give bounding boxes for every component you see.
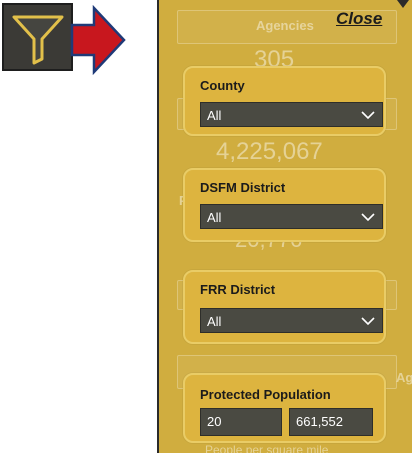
background-partial-text: Ag: [396, 370, 412, 385]
protected-population-slicer: Protected Population 20 661,552: [183, 373, 386, 443]
population-max-input[interactable]: 661,552: [289, 408, 373, 436]
chevron-down-icon: [361, 317, 375, 326]
frr-district-dropdown[interactable]: All: [200, 308, 383, 333]
dsfm-district-dropdown[interactable]: All: [200, 204, 383, 229]
filter-icon: [12, 15, 64, 65]
dsfm-district-dropdown-value: All: [207, 210, 222, 225]
right-arrow-icon: [70, 5, 126, 75]
dsfm-district-label: DSFM District: [200, 180, 286, 195]
county-dropdown-value: All: [207, 108, 222, 123]
county-slicer: County All: [183, 66, 386, 136]
county-label: County: [200, 78, 245, 93]
corner-marker: [397, 0, 409, 8]
chevron-down-icon: [361, 213, 375, 222]
filter-panel: Agencies 305 4,225,067 P 20,776 Ag Peopl…: [157, 0, 412, 453]
county-dropdown[interactable]: All: [200, 102, 383, 127]
chevron-down-icon: [361, 111, 375, 120]
frr-district-dropdown-value: All: [207, 314, 222, 329]
background-population-value: 4,225,067: [216, 138, 323, 165]
dsfm-district-slicer: DSFM District All: [183, 168, 386, 242]
filter-toggle-button[interactable]: [2, 3, 73, 71]
background-footer-text: People per square mile: [205, 443, 329, 453]
background-agencies-label: Agencies: [256, 18, 314, 33]
frr-district-label: FRR District: [200, 282, 276, 297]
protected-population-label: Protected Population: [200, 387, 331, 402]
population-min-input[interactable]: 20: [200, 408, 282, 436]
close-button[interactable]: Close: [336, 9, 382, 29]
frr-district-slicer: FRR District All: [183, 270, 386, 344]
